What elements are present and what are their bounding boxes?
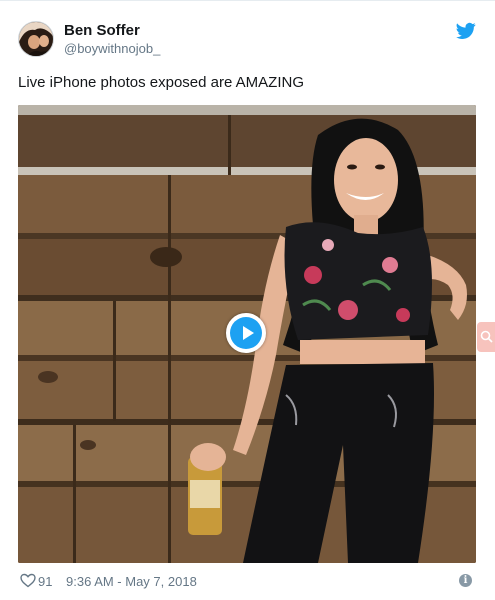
twitter-bird-icon[interactable] [456, 22, 476, 40]
avatar[interactable] [18, 21, 54, 57]
username[interactable]: @boywithnojob_ [64, 41, 160, 56]
heart-icon[interactable] [20, 573, 36, 588]
display-name[interactable]: Ben Soffer [64, 22, 140, 39]
tweet-card: Ben Soffer @boywithnojob_ Live iPhone ph… [0, 0, 495, 600]
play-button[interactable] [226, 313, 266, 353]
side-search-tab[interactable] [477, 322, 495, 352]
search-icon [480, 330, 493, 343]
tweet-footer: 91 9:36 AM - May 7, 2018 i [18, 572, 476, 592]
timestamp[interactable]: 9:36 AM - May 7, 2018 [66, 574, 197, 589]
play-icon [230, 317, 262, 349]
like-count: 91 [38, 574, 53, 589]
tweet-text: Live iPhone photos exposed are AMAZING [18, 74, 304, 91]
info-icon[interactable]: i [459, 574, 472, 587]
